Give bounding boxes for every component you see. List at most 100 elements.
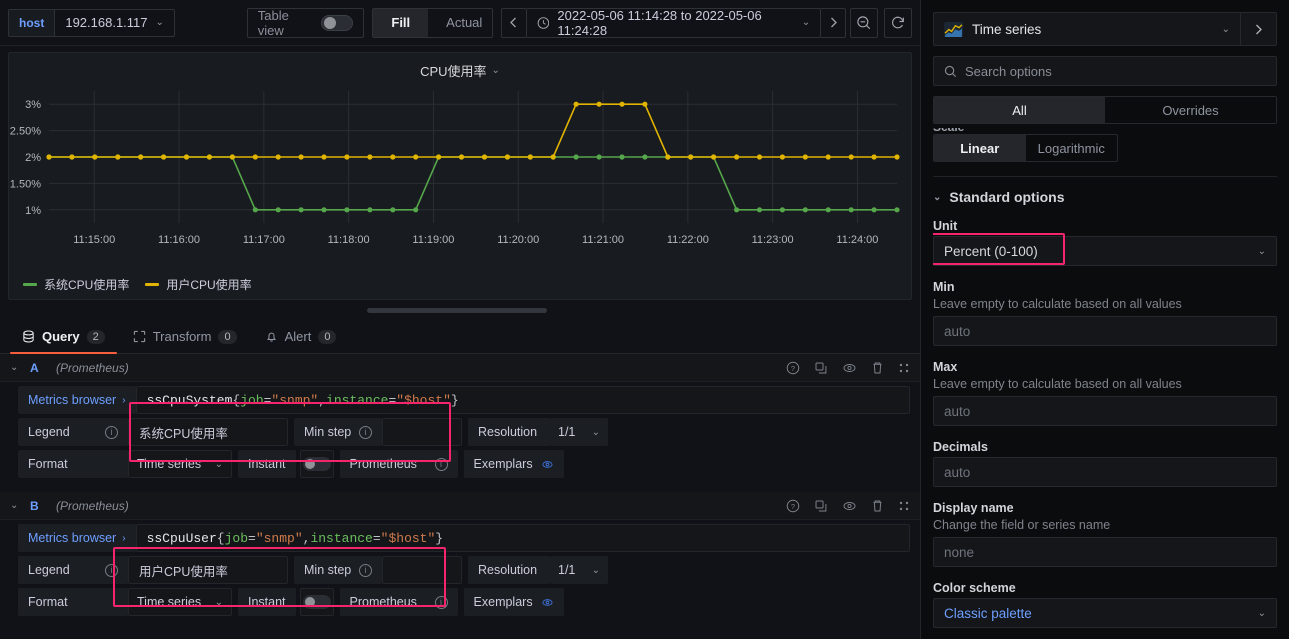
help-icon[interactable]: ? [786,361,800,375]
instant-toggle[interactable] [299,450,334,478]
metrics-browser-button[interactable]: Metrics browser › [18,386,136,414]
exemplars-toggle[interactable]: Exemplars [463,450,564,478]
zoom-out-button[interactable] [850,7,879,38]
duplicate-query-icon[interactable] [814,361,828,375]
y-axis-tick-label: 2% [25,152,41,164]
actual-button[interactable]: Actual [428,9,491,37]
options-pane: Time series ⌄ Search options All Overrid… [920,0,1289,639]
viz-type-button[interactable]: Time series ⌄ [933,12,1241,46]
x-axis-tick-label: 11:22:00 [667,234,709,246]
resolution-select[interactable]: 1/1 ⌄ [550,418,608,446]
refresh-button[interactable] [884,7,912,38]
legend-item-system[interactable]: 系统CPU使用率 [23,276,129,293]
hide-response-eye-icon[interactable] [842,499,857,513]
metrics-browser-button[interactable]: Metrics browser › [18,524,136,552]
expr-metric: ssCpuUser [146,530,217,546]
info-icon[interactable]: i [359,563,372,577]
panel-header[interactable]: CPU使用率 ⌄ [9,53,911,80]
display-name-label: Display name [933,501,1014,515]
y-axis-tick-label: 3% [25,99,41,111]
time-shift-forward-button[interactable] [820,7,847,38]
options-scroll-region[interactable]: Scale Linear Logarithmic ⌄ Standard opti… [933,128,1277,639]
help-icon[interactable]: ? [786,499,800,513]
resolution-select[interactable]: 1/1 ⌄ [550,556,608,584]
scrollbar-thumb[interactable] [367,308,547,313]
delete-query-trash-icon[interactable] [871,361,884,375]
exemplars-eye-icon [541,598,553,606]
legend-label: 系统CPU使用率 [44,278,130,292]
info-icon[interactable]: i [434,595,448,609]
options-search[interactable]: Search options [933,56,1277,86]
variable-value-dropdown[interactable]: 192.168.1.117 ⌄ [54,8,175,37]
info-icon[interactable]: i [359,425,372,439]
query-legend-line: Legend i 系统CPU使用率 Min step i Resolution … [18,418,910,446]
unit-select[interactable]: Percent (0-100) ⌄ [933,236,1277,266]
tab-overrides[interactable]: Overrides [1105,97,1276,123]
max-input[interactable]: auto [933,396,1277,426]
info-icon[interactable]: i [434,457,448,471]
collapse-chevron-icon[interactable]: ⌄ [10,500,22,511]
chevron-right-icon: › [122,394,126,406]
expr-metric: ssCpuSystem [146,392,233,408]
expr-value: "$host" [380,530,436,546]
visualization-picker[interactable]: Time series ⌄ [933,12,1277,46]
hide-response-eye-icon[interactable] [842,361,857,375]
color-scheme-select[interactable]: Classic palette ⌄ [933,598,1277,628]
legend-format-input[interactable]: 用户CPU使用率 [128,556,288,584]
format-label-text: Format [28,457,68,471]
min-step-input[interactable] [382,556,462,584]
decimals-input[interactable]: auto [933,457,1277,487]
standard-options-section-header[interactable]: ⌄ Standard options [933,189,1277,205]
delete-query-trash-icon[interactable] [871,499,884,513]
min-input[interactable]: auto [933,316,1277,346]
table-view-switch[interactable] [321,14,354,31]
query-letter[interactable]: B [30,499,48,513]
table-view-toggle[interactable]: Table view [246,7,365,38]
panel-resize-scrollbar[interactable] [0,304,920,318]
promql-expression-input[interactable]: ssCpuUser{job = "snmp", instance = "$host"} [135,524,910,552]
display-name-input[interactable]: none [933,537,1277,567]
data-point [367,154,373,160]
legend-item-user[interactable]: 用户CPU使用率 [145,276,252,293]
time-range-picker[interactable]: 2022-05-06 11:14:28 to 2022-05-06 11:24:… [526,7,821,38]
data-point [527,154,533,160]
tab-alert[interactable]: Alert 0 [253,329,349,353]
time-series-icon [944,21,963,37]
format-select[interactable]: Time series ⌄ [128,588,232,616]
collapse-chevron-icon[interactable]: ⌄ [10,362,22,373]
fill-button[interactable]: Fill [373,8,429,37]
collapse-options-button[interactable] [1241,12,1277,46]
fill-actual-segmented[interactable]: Fill Actual [372,7,493,38]
scale-logarithmic-button[interactable]: Logarithmic [1026,135,1118,161]
data-point [229,154,235,160]
tab-transform[interactable]: Transform 0 [121,329,249,353]
tab-query[interactable]: Query 2 [10,329,117,354]
tab-all[interactable]: All [934,97,1105,123]
min-step-input[interactable] [382,418,462,446]
unit-label: Unit [933,219,958,233]
timeseries-chart: 3% 2.50% 2% 1.50% 1% 11:15:00 11:16:00 11:17:00… [10,91,900,246]
format-select[interactable]: Time series ⌄ [128,450,232,478]
tab-badge: 0 [318,329,337,344]
scale-linear-button[interactable]: Linear [934,135,1026,161]
info-icon[interactable]: i [105,563,118,577]
panel-menu-chevron-icon[interactable]: ⌄ [492,65,500,76]
x-axis-tick-label: 11:18:00 [328,234,370,246]
expr-key: instance [310,530,373,546]
time-shift-back-button[interactable] [500,7,527,38]
drag-handle-icon[interactable] [898,500,910,512]
duplicate-query-icon[interactable] [814,499,828,513]
drag-handle-icon[interactable] [898,362,910,374]
query-letter[interactable]: A [30,361,48,375]
promql-expression-input[interactable]: ssCpuSystem{job = "snmp", instance = "$host"} [135,386,910,414]
template-variable-host[interactable]: host 192.168.1.117 ⌄ [8,8,175,37]
exemplars-toggle[interactable]: Exemplars [463,588,564,616]
all-overrides-tabs[interactable]: All Overrides [933,96,1277,124]
data-point [848,207,854,213]
data-point [46,154,52,160]
legend-format-input[interactable]: 系统CPU使用率 [128,418,288,446]
transform-icon [133,330,145,343]
scale-segmented-control[interactable]: Linear Logarithmic [933,134,1118,162]
instant-toggle[interactable] [299,588,334,616]
info-icon[interactable]: i [105,425,118,439]
